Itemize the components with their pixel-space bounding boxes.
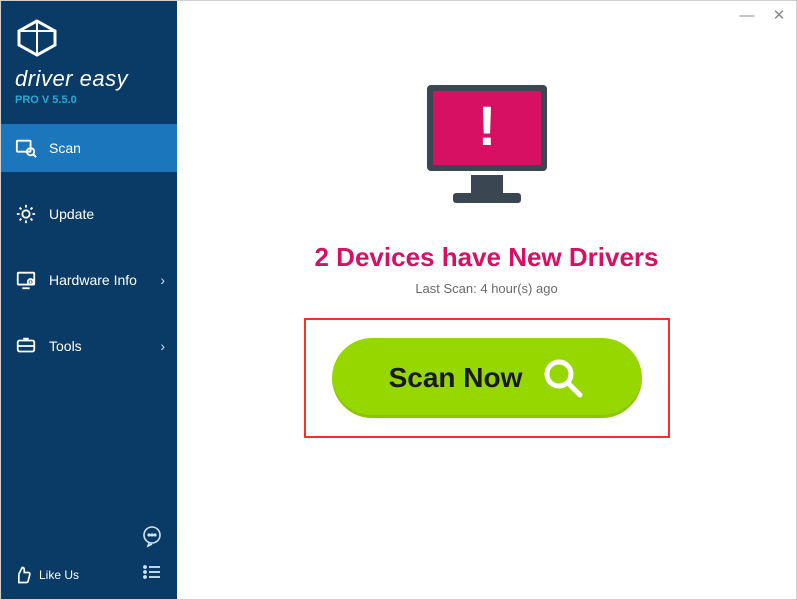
- scan-now-button[interactable]: Scan Now: [332, 338, 642, 418]
- close-button[interactable]: ✕: [770, 7, 788, 25]
- brand-block: driver easy PRO V 5.5.0: [1, 1, 177, 116]
- sidebar-item-label: Hardware Info: [49, 272, 137, 288]
- scan-icon: [15, 137, 37, 159]
- chevron-right-icon: ›: [160, 272, 165, 288]
- sidebar-item-label: Tools: [49, 338, 82, 354]
- alert-monitor-icon: !: [407, 75, 567, 220]
- sidebar: driver easy PRO V 5.5.0 Scan: [1, 1, 177, 599]
- like-us-button[interactable]: Like Us: [13, 565, 79, 585]
- chevron-right-icon: ›: [160, 338, 165, 354]
- sidebar-item-label: Scan: [49, 140, 81, 156]
- last-scan-text: Last Scan: 4 hour(s) ago: [415, 281, 557, 296]
- feedback-icon[interactable]: [139, 523, 165, 549]
- sidebar-item-hardware-info[interactable]: Hardware Info ›: [1, 256, 177, 304]
- status-headline: 2 Devices have New Drivers: [315, 242, 659, 273]
- sidebar-item-label: Update: [49, 206, 94, 222]
- hardware-icon: [15, 269, 37, 291]
- thumb-up-icon: [13, 565, 33, 585]
- footer-icons: [139, 523, 165, 585]
- menu-list-icon[interactable]: [139, 559, 165, 585]
- magnifier-icon: [540, 355, 584, 402]
- sidebar-footer: Like Us: [1, 513, 177, 599]
- brand-logo-icon: [15, 19, 163, 62]
- sidebar-item-update[interactable]: Update: [1, 190, 177, 238]
- window-controls: — ✕: [738, 7, 788, 25]
- scan-now-label: Scan Now: [389, 362, 523, 394]
- tools-icon: [15, 335, 37, 357]
- sidebar-menu: Scan Update: [1, 124, 177, 513]
- brand-version: PRO V 5.5.0: [15, 94, 163, 106]
- app-window: driver easy PRO V 5.5.0 Scan: [1, 1, 796, 599]
- scan-highlight-box: Scan Now: [304, 318, 670, 438]
- sidebar-item-scan[interactable]: Scan: [1, 124, 177, 172]
- sidebar-item-tools[interactable]: Tools ›: [1, 322, 177, 370]
- like-us-label: Like Us: [39, 568, 79, 582]
- main-panel: — ✕ ! 2 Devices have New Drivers Last Sc…: [177, 1, 796, 599]
- minimize-button[interactable]: —: [738, 7, 756, 25]
- update-icon: [15, 203, 37, 225]
- svg-text:!: !: [477, 94, 496, 157]
- brand-name: driver easy: [15, 66, 163, 92]
